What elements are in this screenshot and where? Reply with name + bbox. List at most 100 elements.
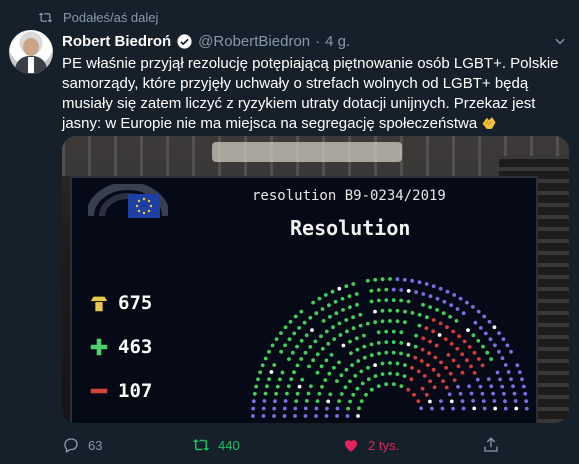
chevron-down-icon[interactable] — [553, 34, 567, 48]
seat-dot — [511, 384, 515, 389]
seat-dot — [288, 319, 293, 324]
seat-dot — [524, 399, 529, 404]
seat-dot — [380, 319, 385, 324]
seat-dot — [325, 406, 329, 411]
seat-dot — [521, 384, 526, 389]
seat-dot — [377, 351, 381, 356]
seat-dot — [355, 386, 360, 391]
like-button[interactable]: 2 tys. — [342, 436, 472, 454]
eu-flag-icon — [128, 194, 160, 218]
seat-dot — [445, 289, 450, 294]
seat-dot — [452, 378, 457, 382]
seat-dot — [293, 314, 298, 319]
seat-dot — [353, 374, 358, 378]
plus-icon — [90, 338, 108, 356]
seat-dot — [420, 386, 425, 391]
seat-dot — [506, 370, 511, 374]
seat-dot — [384, 350, 389, 355]
seat-dot — [413, 344, 418, 349]
seat-dot — [469, 364, 473, 369]
seat-dot — [435, 308, 439, 312]
seat-dot — [337, 360, 341, 365]
retweet-button[interactable]: 440 — [192, 436, 332, 454]
seat-dot — [416, 399, 421, 403]
reply-button[interactable]: 63 — [62, 436, 182, 454]
seat-dot — [337, 399, 341, 403]
seat-dot — [441, 311, 446, 316]
seat-dot — [348, 339, 352, 344]
author-handle[interactable]: @RobertBiedron — [198, 33, 310, 50]
seat-dot — [481, 399, 486, 403]
seat-dot — [345, 329, 349, 334]
seat-dot — [366, 377, 371, 382]
seat-dot — [305, 399, 309, 403]
share-icon — [484, 437, 498, 452]
seat-dot — [388, 361, 392, 365]
seat-dot — [417, 280, 422, 285]
seat-dot — [476, 357, 481, 361]
tweet-photo[interactable]: resolution B9-0234/2019 Resolution 675 4… — [62, 136, 569, 423]
seat-dot — [348, 399, 352, 404]
seat-dot — [359, 399, 364, 403]
seat-dot — [476, 338, 481, 343]
seat-dot — [359, 369, 364, 374]
seat-dot — [485, 350, 490, 355]
seat-dot — [406, 289, 411, 293]
seat-dot — [417, 323, 422, 328]
share-button[interactable] — [482, 436, 522, 454]
seat-dot — [337, 321, 342, 326]
seat-dot — [487, 319, 492, 324]
seat-dot — [341, 308, 345, 312]
seat-dot — [362, 355, 367, 360]
seat-dot — [509, 377, 513, 381]
seat-dot — [410, 365, 414, 370]
seat-dot — [403, 320, 407, 325]
author-name[interactable]: Robert Biedroń — [62, 33, 171, 50]
seat-dot — [314, 406, 319, 411]
seat-dot — [428, 294, 433, 299]
seat-dot — [399, 341, 404, 345]
seat-dot — [274, 337, 279, 341]
seat-dot — [307, 364, 311, 369]
seat-dot — [391, 340, 396, 344]
seat-dot — [419, 406, 423, 411]
seat-dot — [290, 350, 295, 355]
seat-dot — [414, 290, 418, 295]
seat-dot — [273, 399, 277, 404]
seat-dot — [293, 414, 297, 418]
voters-icon — [90, 296, 108, 312]
seat-dot — [356, 414, 360, 418]
seat-dot — [324, 329, 329, 334]
seat-dot — [267, 349, 271, 354]
seat-dot — [282, 406, 287, 411]
seat-dot — [351, 326, 356, 331]
seat-dot — [469, 391, 474, 396]
seat-dot — [279, 349, 283, 354]
seat-dot — [493, 343, 497, 348]
seat-dot — [446, 353, 451, 357]
seat-dot — [339, 392, 344, 396]
reply-count: 63 — [88, 437, 103, 453]
seat-dot — [335, 414, 339, 418]
seat-dot — [410, 278, 415, 283]
seat-dot — [335, 406, 340, 411]
seat-dot — [435, 296, 440, 301]
timestamp[interactable]: 4 g. — [325, 33, 350, 50]
seat-dot — [462, 339, 467, 344]
seat-dot — [388, 308, 392, 313]
verified-badge-icon — [177, 33, 192, 49]
seat-dot — [438, 321, 443, 326]
like-count: 2 tys. — [368, 437, 400, 453]
seat-dot — [472, 350, 477, 355]
seat-dot — [314, 414, 318, 418]
seat-dot — [471, 399, 475, 403]
seat-dot — [373, 277, 378, 282]
seat-dot — [424, 282, 429, 286]
seat-dot — [471, 333, 476, 338]
seat-dot — [355, 302, 359, 307]
seat-dot — [436, 373, 441, 378]
avatar[interactable] — [9, 30, 53, 74]
seat-dot — [434, 343, 439, 348]
seat-dot — [272, 363, 277, 367]
seat-dot — [376, 330, 381, 335]
